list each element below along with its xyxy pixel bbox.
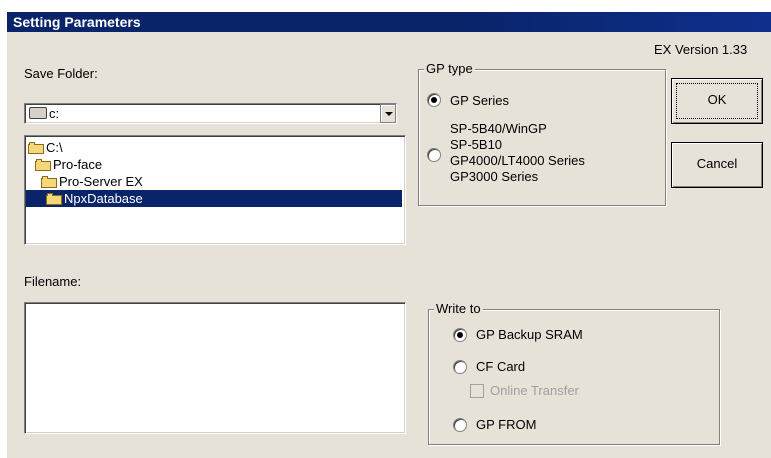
filename-label: Filename: bbox=[24, 274, 82, 289]
gp-type-legend: GP type bbox=[424, 61, 475, 76]
folder-tree[interactable]: C:\ Pro-face Pro-Server EX NpxDatabase bbox=[24, 135, 406, 245]
online-transfer-checkbox[interactable] bbox=[470, 384, 484, 398]
cf-card-radio[interactable] bbox=[453, 360, 467, 374]
gp-backup-sram-label: GP Backup SRAM bbox=[476, 327, 583, 342]
sp-series-label-line3: GP4000/LT4000 Series bbox=[450, 153, 585, 168]
tree-item-proface[interactable]: Pro-face bbox=[35, 156, 102, 173]
gp-series-radio[interactable] bbox=[427, 93, 441, 107]
gp-backup-sram-radio[interactable] bbox=[453, 328, 467, 342]
cf-card-label: CF Card bbox=[476, 359, 526, 374]
folder-open-icon bbox=[41, 175, 57, 188]
tree-item-root[interactable]: C:\ bbox=[28, 139, 63, 156]
title-bar: Setting Parameters bbox=[7, 12, 771, 32]
tree-item-proserver[interactable]: Pro-Server EX bbox=[41, 173, 143, 190]
dialog-title: Setting Parameters bbox=[13, 14, 141, 30]
sp-series-label-line1: SP-5B40/WinGP bbox=[450, 121, 547, 136]
drive-dropdown-button[interactable] bbox=[380, 104, 396, 123]
online-transfer-label: Online Transfer bbox=[490, 383, 579, 398]
gp-from-radio[interactable] bbox=[453, 418, 467, 432]
ok-button[interactable]: OK bbox=[671, 78, 763, 124]
sp-series-label-line4: GP3000 Series bbox=[450, 169, 539, 184]
write-to-legend: Write to bbox=[434, 301, 483, 316]
save-folder-label: Save Folder: bbox=[24, 66, 98, 81]
version-label: EX Version 1.33 bbox=[654, 42, 748, 57]
folder-open-icon bbox=[46, 192, 62, 205]
sp-series-radio[interactable] bbox=[427, 148, 441, 162]
drive-select[interactable]: c: bbox=[24, 103, 397, 124]
drive-icon bbox=[29, 107, 47, 119]
setting-parameters-dialog: Setting Parameters EX Version 1.33 Save … bbox=[7, 12, 771, 458]
tree-item-npxdatabase[interactable]: NpxDatabase bbox=[26, 190, 402, 207]
chevron-down-icon bbox=[385, 112, 393, 116]
gp-from-label: GP FROM bbox=[476, 417, 537, 432]
cancel-button[interactable]: Cancel bbox=[671, 142, 763, 188]
drive-value: c: bbox=[49, 106, 60, 121]
sp-series-label-line2: SP-5B10 bbox=[450, 137, 503, 152]
folder-open-icon bbox=[28, 141, 44, 154]
gp-series-label: GP Series bbox=[450, 93, 510, 108]
filename-field[interactable] bbox=[24, 302, 406, 434]
folder-open-icon bbox=[35, 158, 51, 171]
